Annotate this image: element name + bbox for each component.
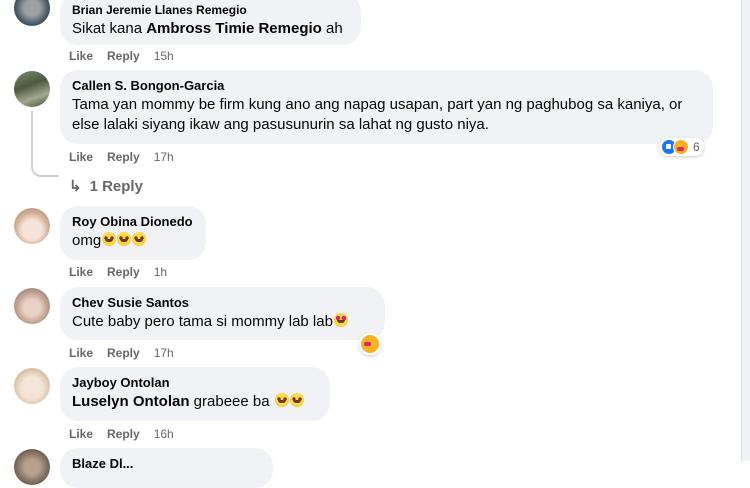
care-reaction-icon: [360, 334, 380, 354]
reply-button[interactable]: Reply: [107, 346, 140, 360]
comment-text: Cute baby pero tama si mommy lab lab: [72, 312, 373, 332]
comment-text-suffix: grabeee ba: [189, 393, 274, 410]
thread-line: [31, 111, 33, 167]
like-button[interactable]: Like: [69, 265, 93, 279]
comment-timestamp[interactable]: 16h: [154, 427, 174, 441]
reply-button[interactable]: Reply: [107, 265, 140, 279]
comment-timestamp[interactable]: 17h: [154, 150, 174, 164]
comment-text: Sikat kana Ambross Timie Remegio ah: [72, 19, 349, 39]
comment-bubble: Brian Jeremie Llanes Remegio Sikat kana …: [60, 0, 361, 45]
mention-link[interactable]: Ambross Timie Remegio: [146, 20, 322, 37]
pleading-emoji-icon: [289, 393, 304, 407]
reply-button[interactable]: Reply: [107, 150, 140, 164]
comment-bubble: Roy Obina Dionedo omg: [60, 206, 206, 260]
avatar[interactable]: [14, 0, 50, 26]
comment-text-body: Cute baby pero tama si mommy lab lab: [72, 313, 333, 330]
like-button[interactable]: Like: [69, 427, 93, 441]
reply-arrow-icon: ↳: [69, 178, 82, 195]
rofl-emoji-icon: [132, 232, 147, 246]
comment-author[interactable]: Chev Susie Santos: [72, 295, 373, 311]
reply-button[interactable]: Reply: [107, 427, 140, 441]
comment-timestamp[interactable]: 17h: [154, 346, 174, 360]
avatar[interactable]: [14, 449, 50, 485]
comment-author[interactable]: Brian Jeremie Llanes Remegio: [72, 2, 349, 18]
thread-curve: [31, 165, 59, 177]
reaction-count: 6: [693, 140, 700, 154]
comment-actions: Like Reply 17h: [69, 150, 188, 164]
pleading-emoji-icon: [274, 393, 289, 407]
comment-actions: Like Reply 16h: [69, 427, 188, 441]
comment-author[interactable]: Callen S. Bongon-Garcia: [72, 78, 701, 94]
scrollbar-track[interactable]: [741, 0, 750, 461]
care-reaction-icon: [673, 139, 689, 155]
heart-eyes-emoji-icon: [333, 313, 348, 327]
view-replies-label: 1 Reply: [89, 177, 143, 195]
comment-actions: Like Reply 15h: [69, 49, 188, 63]
comment-bubble: Chev Susie Santos Cute baby pero tama si…: [60, 287, 385, 340]
comment-actions: Like Reply 1h: [69, 265, 181, 279]
avatar[interactable]: [14, 368, 50, 404]
comment-text: omg: [72, 231, 194, 251]
view-replies-link[interactable]: ↳ 1 Reply: [69, 177, 143, 196]
comment-author[interactable]: Jayboy Ontolan: [72, 375, 318, 391]
comment-timestamp[interactable]: 15h: [154, 49, 174, 63]
rofl-emoji-icon: [102, 232, 117, 246]
comment-author[interactable]: Blaze Dl...: [72, 456, 261, 472]
avatar[interactable]: [14, 208, 50, 244]
comment-text: Tama yan mommy be firm kung ano ang napa…: [72, 96, 683, 133]
reaction-summary[interactable]: 6: [659, 138, 704, 156]
rofl-emoji-icon: [117, 232, 132, 246]
comment-author[interactable]: Roy Obina Dionedo: [72, 214, 194, 230]
avatar[interactable]: [14, 288, 50, 324]
mention-link[interactable]: Luselyn Ontolan: [72, 393, 190, 410]
comment-text: Luselyn Ontolan grabeee ba: [72, 392, 318, 412]
reply-button[interactable]: Reply: [107, 49, 140, 63]
like-button[interactable]: Like: [69, 49, 93, 63]
comment-actions: Like Reply 17h: [69, 346, 188, 360]
like-button[interactable]: Like: [69, 346, 93, 360]
comment-bubble: Blaze Dl...: [60, 448, 273, 488]
comment-timestamp[interactable]: 1h: [154, 265, 167, 279]
like-button[interactable]: Like: [69, 150, 93, 164]
comment-bubble: Jayboy Ontolan Luselyn Ontolan grabeee b…: [60, 367, 330, 421]
comment-bubble: Callen S. Bongon-Garcia Tama yan mommy b…: [60, 70, 713, 144]
avatar[interactable]: [14, 71, 50, 107]
comment-text-body: omg: [72, 232, 102, 249]
comment-text-plain: Sikat kana: [72, 20, 147, 37]
reaction-summary[interactable]: [359, 333, 381, 355]
comment-text-suffix: ah: [321, 20, 343, 37]
